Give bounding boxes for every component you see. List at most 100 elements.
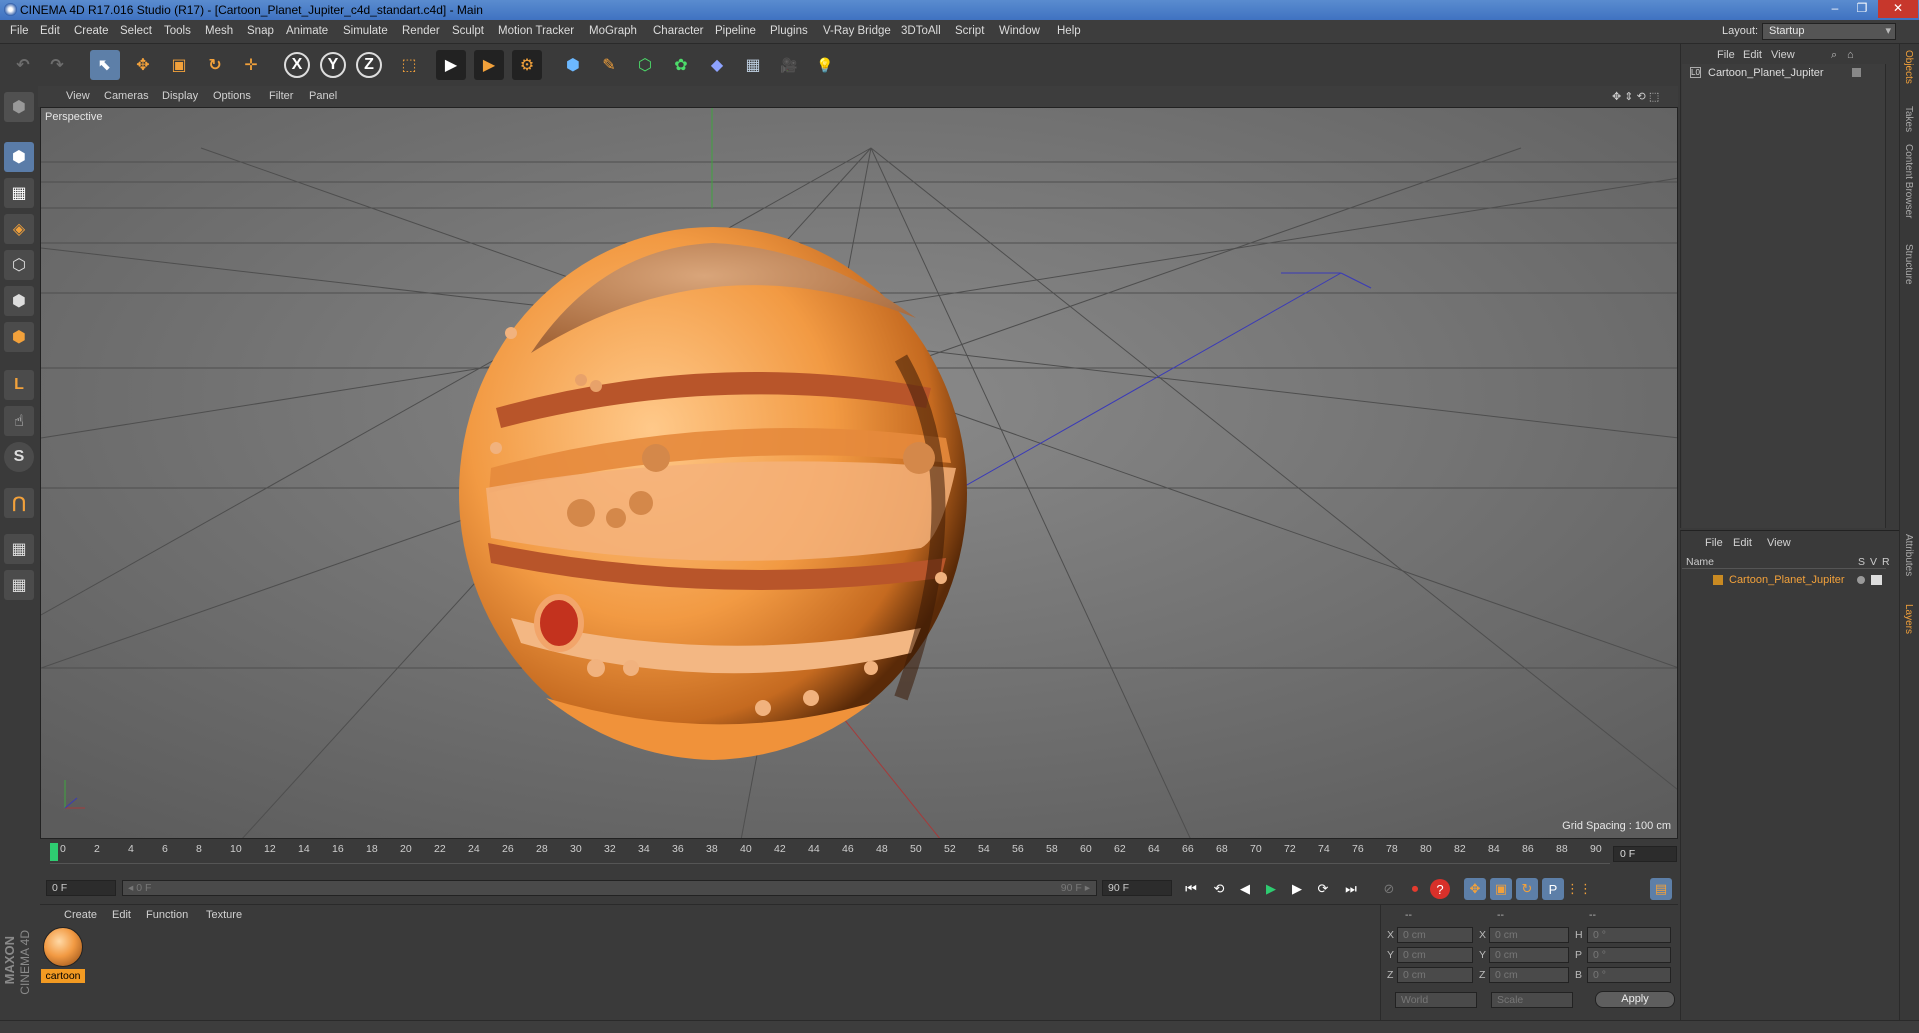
recent-tool-button[interactable]: ✛: [236, 50, 266, 80]
tab-content-browser[interactable]: Content Browser: [1903, 144, 1914, 218]
play-button[interactable]: ▶: [1260, 878, 1282, 900]
rotation-h-field[interactable]: 0 °: [1587, 927, 1671, 943]
z-axis-lock-button[interactable]: Z: [356, 52, 382, 78]
menu-plugins[interactable]: Plugins: [770, 25, 808, 37]
axis-mode-button[interactable]: L: [4, 370, 34, 400]
workplane-mode-button[interactable]: ◈: [4, 214, 34, 244]
layer-row[interactable]: Cartoon_Planet_Jupiter: [1685, 573, 1885, 589]
position-key-button[interactable]: ✥: [1464, 878, 1486, 900]
floor-button[interactable]: ▦: [738, 50, 768, 80]
go-to-start-button[interactable]: ⏮: [1180, 878, 1202, 900]
object-menu-view[interactable]: View: [1771, 49, 1795, 61]
preview-range-slider[interactable]: ◂ 0 F 90 F ▸: [122, 880, 1097, 896]
viewport-menu-cameras[interactable]: Cameras: [104, 90, 149, 102]
menu-sculpt[interactable]: Sculpt: [452, 25, 484, 37]
cloner-button[interactable]: ✿: [666, 50, 696, 80]
tab-layers[interactable]: Layers: [1903, 604, 1914, 634]
workplane-button[interactable]: ▦: [4, 534, 34, 564]
timeline-window-button[interactable]: ▤: [1650, 878, 1672, 900]
rotation-key-button[interactable]: ↻: [1516, 878, 1538, 900]
search-icon[interactable]: ⌕: [1831, 49, 1837, 62]
home-icon[interactable]: ⌂: [1847, 49, 1854, 61]
position-x-field[interactable]: 0 cm: [1397, 927, 1473, 943]
menu-render[interactable]: Render: [402, 25, 440, 37]
material-preview-cartoon[interactable]: [43, 927, 83, 967]
start-frame-field[interactable]: 0 F: [46, 880, 116, 896]
menu-help[interactable]: Help: [1057, 25, 1081, 37]
coordinate-space-select[interactable]: World: [1395, 992, 1477, 1008]
x-axis-lock-button[interactable]: X: [284, 52, 310, 78]
deformer-button[interactable]: ◆: [702, 50, 732, 80]
menu-edit[interactable]: Edit: [40, 25, 60, 37]
menu-animate[interactable]: Animate: [286, 25, 328, 37]
end-frame-field[interactable]: 90 F: [1102, 880, 1172, 896]
size-x-field[interactable]: 0 cm: [1489, 927, 1569, 943]
object-menu-file[interactable]: File: [1717, 49, 1735, 61]
render-view-button[interactable]: ▶: [436, 50, 466, 80]
locked-workplane-button[interactable]: ▦: [4, 570, 34, 600]
points-mode-button[interactable]: ⬡: [4, 250, 34, 280]
previous-key-button[interactable]: ⟲: [1208, 878, 1230, 900]
tab-attributes[interactable]: Attributes: [1903, 534, 1914, 576]
layer-name[interactable]: Cartoon_Planet_Jupiter: [1729, 574, 1845, 586]
camera-button[interactable]: 🎥: [774, 50, 804, 80]
rotate-tool-button[interactable]: ↻: [200, 50, 230, 80]
material-menu-texture[interactable]: Texture: [206, 909, 242, 921]
render-picture-viewer-button[interactable]: ▶: [474, 50, 504, 80]
menu-3dtoall[interactable]: 3DToAll: [901, 25, 941, 37]
undo-button[interactable]: ↶: [8, 50, 38, 80]
minimize-button[interactable]: ‒: [1822, 0, 1848, 18]
render-settings-button[interactable]: ⚙: [512, 50, 542, 80]
pla-key-button[interactable]: ⋮⋮: [1566, 878, 1592, 900]
material-name-label[interactable]: cartoon: [41, 969, 85, 983]
previous-frame-button[interactable]: ◀: [1234, 878, 1256, 900]
menu-vray-bridge[interactable]: V-Ray Bridge: [823, 25, 891, 37]
layer-menu-edit[interactable]: Edit: [1733, 537, 1752, 549]
menu-mograph[interactable]: MoGraph: [589, 25, 637, 37]
size-y-field[interactable]: 0 cm: [1489, 947, 1569, 963]
layer-solo-toggle[interactable]: [1857, 576, 1865, 584]
edges-mode-button[interactable]: ⬢: [4, 286, 34, 316]
layer-menu-file[interactable]: File: [1705, 537, 1723, 549]
magnet-button[interactable]: ⋂: [4, 488, 34, 518]
menu-file[interactable]: File: [10, 25, 29, 37]
pen-spline-button[interactable]: ✎: [594, 50, 624, 80]
viewport-menu-filter[interactable]: Filter: [269, 90, 293, 102]
keyframe-selection-button[interactable]: ?: [1430, 879, 1450, 899]
position-z-field[interactable]: 0 cm: [1397, 967, 1473, 983]
live-selection-button[interactable]: ⬉: [90, 50, 120, 80]
polygons-mode-button[interactable]: ⬢: [4, 322, 34, 352]
viewport-menu-options[interactable]: Options: [213, 90, 251, 102]
apply-button[interactable]: Apply: [1595, 991, 1675, 1008]
scale-key-button[interactable]: ▣: [1490, 878, 1512, 900]
viewport-nav-icons[interactable]: ✥ ⇕ ⟲ ⬚: [1612, 90, 1659, 103]
menu-simulate[interactable]: Simulate: [343, 25, 388, 37]
menu-script[interactable]: Script: [955, 25, 984, 37]
menu-pipeline[interactable]: Pipeline: [715, 25, 756, 37]
viewport-menu-display[interactable]: Display: [162, 90, 198, 102]
size-z-field[interactable]: 0 cm: [1489, 967, 1569, 983]
parameter-key-button[interactable]: P: [1542, 878, 1564, 900]
material-menu-function[interactable]: Function: [146, 909, 188, 921]
tab-structure[interactable]: Structure: [1903, 244, 1914, 285]
size-mode-select[interactable]: Scale: [1491, 992, 1573, 1008]
timeline-ruler[interactable]: 0 2 4 6 8 10 12 14 16 18 20 22 24 26 28 …: [50, 842, 1610, 864]
object-name[interactable]: Cartoon_Planet_Jupiter: [1708, 67, 1824, 79]
cube-primitive-button[interactable]: ⬢: [558, 50, 588, 80]
layer-visible-toggle[interactable]: [1871, 575, 1882, 585]
go-to-end-button[interactable]: ⏭: [1340, 878, 1362, 900]
viewport-menu-view[interactable]: View: [66, 90, 90, 102]
menu-mesh[interactable]: Mesh: [205, 25, 233, 37]
texture-mode-button[interactable]: ▦: [4, 178, 34, 208]
tweak-mode-button[interactable]: ☝: [4, 406, 34, 436]
rotation-b-field[interactable]: 0 °: [1587, 967, 1671, 983]
playhead[interactable]: [50, 843, 58, 861]
menu-create[interactable]: Create: [74, 25, 109, 37]
record-keyframe-button[interactable]: ⊘: [1378, 878, 1400, 900]
layer-menu-view[interactable]: View: [1767, 537, 1791, 549]
redo-button[interactable]: ↷: [42, 50, 72, 80]
next-key-button[interactable]: ⟳: [1312, 878, 1334, 900]
jupiter-planet-model[interactable]: [459, 227, 967, 760]
close-button[interactable]: ✕: [1878, 0, 1918, 18]
timeline[interactable]: 0 2 4 6 8 10 12 14 16 18 20 22 24 26 28 …: [40, 840, 1678, 878]
